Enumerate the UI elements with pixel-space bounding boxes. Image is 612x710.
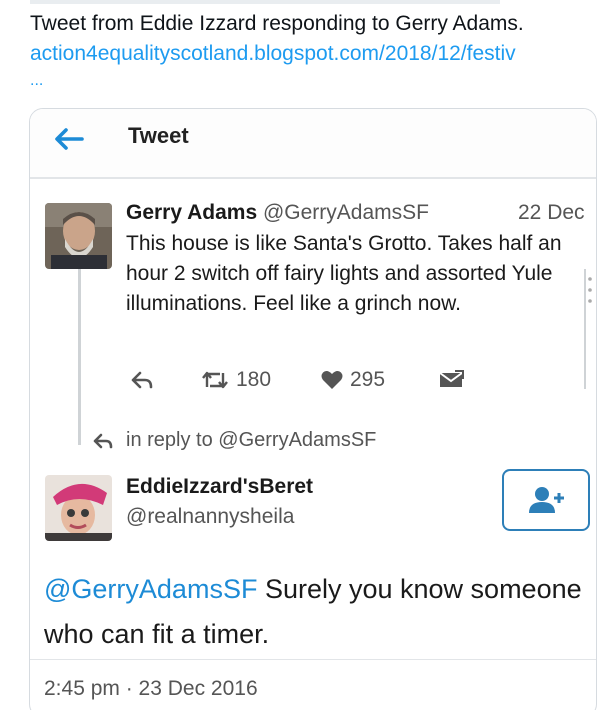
avatar[interactable] <box>45 475 112 541</box>
like-count: 295 <box>350 368 386 391</box>
thread-connector <box>78 269 81 445</box>
avatar[interactable] <box>45 203 112 269</box>
link-ellipsis[interactable]: ... <box>30 72 43 90</box>
mention-link[interactable]: @GerryAdamsSF <box>44 574 257 604</box>
retweet-button[interactable]: 180 <box>200 367 271 393</box>
in-reply-to-label: in reply to @GerryAdamsSF <box>126 429 377 451</box>
tweet-date: 22 Dec <box>518 201 585 224</box>
tweet-screenshot-card[interactable]: Tweet Gerry Adams @GerryAdamsSF 22 Dec T… <box>29 108 597 710</box>
arrow-left-icon[interactable] <box>52 125 84 153</box>
author-handle[interactable]: @realnannysheila <box>126 505 294 529</box>
reply-icon <box>93 433 113 448</box>
like-button[interactable]: 295 <box>320 367 385 393</box>
reply-button[interactable] <box>130 367 154 393</box>
divider <box>30 659 596 660</box>
author-handle[interactable]: @GerryAdamsSF <box>263 201 429 224</box>
retweet-icon <box>202 371 228 389</box>
tweet-timestamp: 2:45 pm · 23 Dec 2016 <box>44 677 258 700</box>
heart-icon <box>321 371 343 389</box>
direct-message-button[interactable] <box>438 367 464 393</box>
tweet-text: @GerryAdamsSF Surely you know someone wh… <box>44 567 584 657</box>
previous-text-fragment <box>30 0 500 4</box>
envelope-icon <box>439 370 464 387</box>
follow-button[interactable] <box>502 469 590 531</box>
tweet-actions: 180 295 <box>126 367 486 393</box>
source-link[interactable]: action4equalityscotland.blogspot.com/201… <box>30 40 595 68</box>
scroll-edge <box>583 269 586 389</box>
author-name[interactable]: Gerry Adams <box>126 201 257 224</box>
retweet-count: 180 <box>236 368 272 391</box>
tweet-text: This house is like Santa's Grotto. Takes… <box>126 232 562 315</box>
overflow-dots-icon[interactable] <box>587 275 593 305</box>
tweet-author-line: Gerry Adams @GerryAdamsSF <box>126 201 429 225</box>
tweet-header: Tweet <box>30 109 596 179</box>
in-reply-to[interactable]: in reply to @GerryAdamsSF <box>92 429 376 452</box>
post-caption: Tweet from Eddie Izzard responding to Ge… <box>30 12 524 35</box>
add-user-icon <box>529 487 564 513</box>
reply-icon <box>131 371 153 389</box>
header-title: Tweet <box>128 123 189 148</box>
author-name[interactable]: EddieIzzard'sBeret <box>126 475 313 499</box>
